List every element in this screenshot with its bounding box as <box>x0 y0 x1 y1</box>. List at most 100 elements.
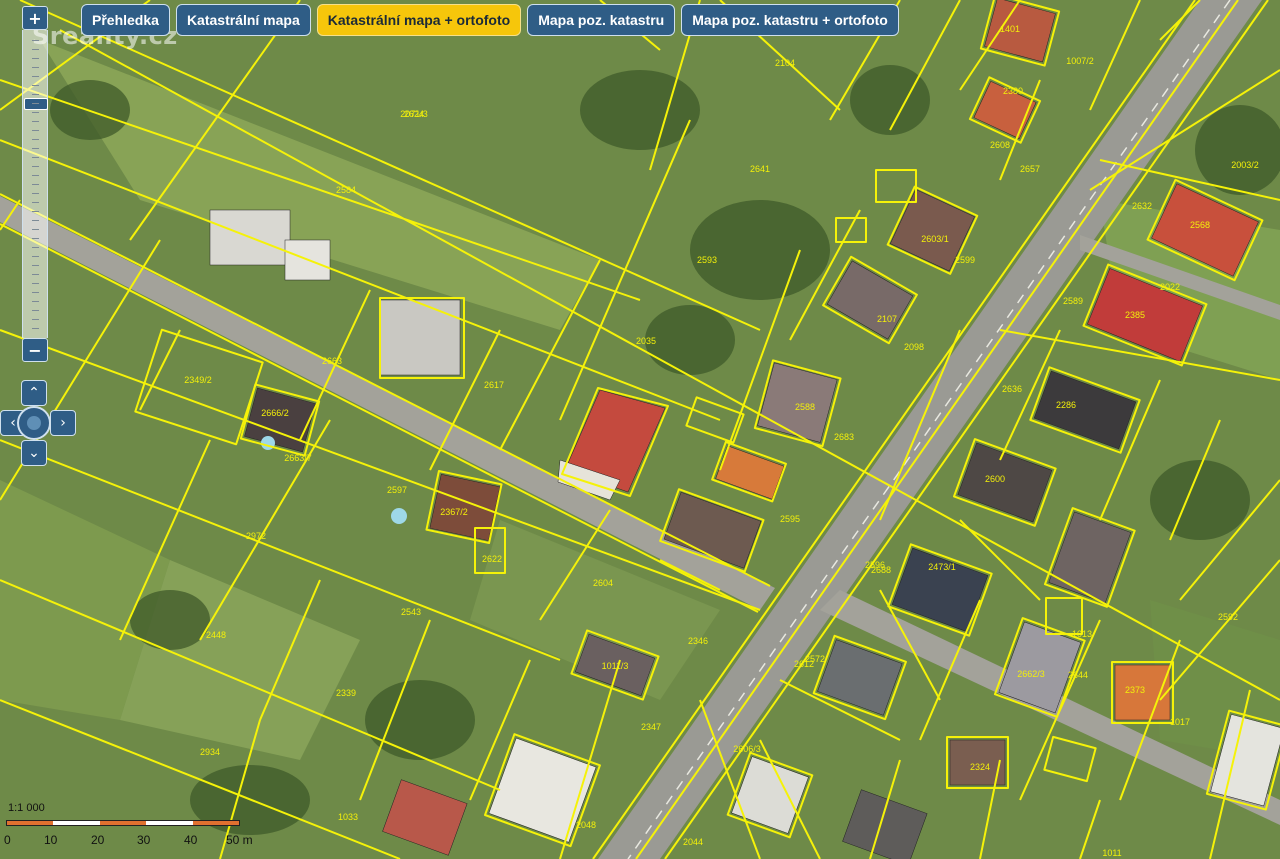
zoom-tick <box>32 202 39 203</box>
parcel-number-label: 2589 <box>1063 296 1083 306</box>
zoom-tick <box>32 292 39 293</box>
parcel-number-label: 2385 <box>1125 310 1145 320</box>
parcel-number-label: 1017 <box>1170 717 1190 727</box>
pan-right-icon[interactable]: › <box>50 410 76 436</box>
parcel-number-label: 2349/2 <box>184 375 212 385</box>
zoom-tick <box>32 67 39 68</box>
parcel-number-label: 2599 <box>955 255 975 265</box>
parcel-number-label: 2543 <box>401 607 421 617</box>
parcel-number-label: 2641 <box>750 164 770 174</box>
scale-label: 10 <box>44 833 58 847</box>
parcel-number-label: 2044 <box>683 837 703 847</box>
scale-label: 0 <box>4 833 11 847</box>
parcel-number-label: 2663 <box>322 356 342 366</box>
zoom-tick <box>32 112 39 113</box>
parcel-number-label: 2604 <box>593 578 613 588</box>
zoom-tick <box>32 94 39 95</box>
zoom-tick <box>32 319 39 320</box>
parcel-number-label: 2657 <box>1020 164 1040 174</box>
pan-center-icon[interactable] <box>17 406 51 440</box>
zoom-slider-handle[interactable] <box>24 98 48 110</box>
pan-up-icon[interactable]: ⌃ <box>21 380 47 406</box>
parcel-number-label: 2373 <box>1125 685 1145 695</box>
parcel-number-label: 2104 <box>775 58 795 68</box>
tab-katastralni-mapa[interactable]: Katastrální mapa <box>175 4 311 36</box>
scale-label: 50 m <box>226 833 253 847</box>
parcel-number-label: 2644 <box>1068 670 1088 680</box>
parcel-number-label: 2606/3 <box>733 744 761 754</box>
zoom-tick <box>32 49 39 50</box>
zoom-tick <box>32 310 39 311</box>
map-type-tabs: Přehledka Katastrální mapa Katastrální m… <box>81 4 899 36</box>
parcel-number-label: 2663/7 <box>284 453 312 463</box>
zoom-tick <box>32 274 39 275</box>
tab-prehledka[interactable]: Přehledka <box>81 4 170 36</box>
zoom-out-button[interactable]: − <box>22 338 48 362</box>
zoom-tick <box>32 328 39 329</box>
parcel-number-label: 2473/1 <box>928 562 956 572</box>
ortophoto-cadastral-map[interactable]: 2071/32104238014011007/22584264126082657… <box>0 0 1280 859</box>
parcel-number-label: 2107 <box>877 314 897 324</box>
zoom-tick <box>32 148 39 149</box>
zoom-tick <box>32 211 39 212</box>
parcel-number-label: 2608 <box>990 140 1010 150</box>
zoom-tick <box>32 193 39 194</box>
zoom-tick <box>32 40 39 41</box>
parcel-number-label: 2624 <box>404 109 424 119</box>
parcel-number-label: 2683 <box>834 432 854 442</box>
parcel-number-label: 2662/3 <box>1017 669 1045 679</box>
parcel-number-label: 2572 <box>805 654 825 664</box>
parcel-number-label: 2048 <box>576 820 596 830</box>
zoom-tick <box>32 247 39 248</box>
zoom-tick <box>32 283 39 284</box>
parcel-number-label: 2346 <box>688 636 708 646</box>
parcel-number-label: 2035 <box>636 336 656 346</box>
zoom-tick <box>32 130 39 131</box>
zoom-tick <box>32 76 39 77</box>
zoom-control: + − <box>22 6 48 362</box>
tab-katastralni-mapa-ortofoto[interactable]: Katastrální mapa + ortofoto <box>316 4 522 36</box>
zoom-tick <box>32 184 39 185</box>
scale-label: 40 <box>184 833 198 847</box>
parcel-number-label: 2632 <box>1132 201 1152 211</box>
scale-ratio: 1:1 000 <box>8 802 45 814</box>
zoom-tick <box>32 256 39 257</box>
parcel-number-label: 2568 <box>1190 220 1210 230</box>
parcel-number-label: 2347 <box>641 722 661 732</box>
parcel-number-label: 2972 <box>246 531 266 541</box>
scale-label: 20 <box>91 833 105 847</box>
zoom-tick <box>32 175 39 176</box>
zoom-tick <box>32 166 39 167</box>
parcel-number-label: 1033 <box>338 812 358 822</box>
parcel-number-label: 2617 <box>484 380 504 390</box>
scale-bar: 1:1 000 0 10 20 30 40 50 m <box>4 800 264 850</box>
parcel-number-label: 2934 <box>200 747 220 757</box>
parcel-number-label: 2600 <box>985 474 1005 484</box>
zoom-in-button[interactable]: + <box>22 6 48 30</box>
parcel-number-label: 1013 <box>1072 629 1092 639</box>
zoom-tick <box>32 121 39 122</box>
zoom-tick <box>32 229 39 230</box>
parcel-number-label: 2448 <box>206 630 226 640</box>
parcel-number-label: 2603/1 <box>921 234 949 244</box>
tab-mapa-poz-katastru-ortofoto[interactable]: Mapa poz. katastru + ortofoto <box>681 4 899 36</box>
zoom-tick <box>32 301 39 302</box>
parcel-number-label: 2584 <box>336 185 356 195</box>
zoom-tick <box>32 265 39 266</box>
parcel-number-label: 2666/2 <box>261 408 289 418</box>
pan-down-icon[interactable]: ⌄ <box>21 440 47 466</box>
parcel-number-label: 2688 <box>871 565 891 575</box>
scale-bar-graphic <box>6 820 240 826</box>
parcel-number-label: 1007/2 <box>1066 56 1094 66</box>
zoom-tick <box>32 238 39 239</box>
parcel-number-label: 2636 <box>1002 384 1022 394</box>
parcel-number-label: 2367/2 <box>440 507 468 517</box>
parcel-number-label: 2098 <box>904 342 924 352</box>
tab-mapa-poz-katastru[interactable]: Mapa poz. katastru <box>527 4 676 36</box>
parcel-number-label: 2595 <box>780 514 800 524</box>
parcel-number-label: 2286 <box>1056 400 1076 410</box>
zoom-slider-track[interactable] <box>22 30 48 338</box>
parcel-number-label: 2324 <box>970 762 990 772</box>
zoom-tick <box>32 139 39 140</box>
zoom-tick <box>32 220 39 221</box>
